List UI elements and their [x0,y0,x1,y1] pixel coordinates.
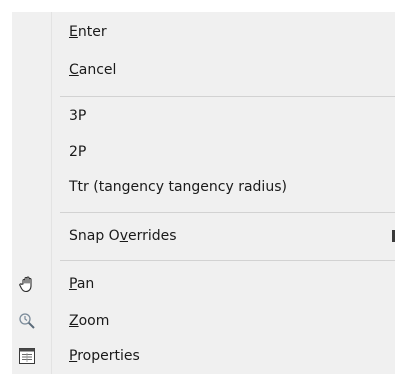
menu-item-enter[interactable]: Enter [12,18,395,46]
pan-hand-icon [17,274,37,294]
context-menu: Enter Cancel 3P 2P Ttr (tangency tangenc… [12,12,395,374]
menu-item-2p[interactable]: 2P [12,138,395,166]
menu-item-label: Zoom [69,313,110,329]
zoom-realtime-icon [17,311,37,331]
menu-item-3p[interactable]: 3P [12,102,395,130]
menu-item-label: Snap Overrides [69,228,177,244]
menu-separator [60,96,395,97]
menu-item-label: Enter [69,24,107,40]
menu-item-zoom[interactable]: Zoom [12,307,395,335]
menu-item-label: Cancel [69,62,117,78]
menu-item-label: Ttr (tangency tangency radius) [69,179,287,195]
menu-item-label: Properties [69,348,140,364]
menu-item-label: 2P [69,144,87,160]
menu-item-snap-overrides[interactable]: Snap Overrides [12,222,395,250]
menu-item-label: Pan [69,276,95,292]
menu-item-ttr[interactable]: Ttr (tangency tangency radius) [12,173,395,201]
menu-item-label: 3P [69,108,87,124]
menu-item-cancel[interactable]: Cancel [12,56,395,84]
menu-item-pan[interactable]: Pan [12,270,395,298]
menu-separator [60,260,395,261]
menu-item-properties[interactable]: Properties [12,342,395,370]
menu-separator [60,212,395,213]
properties-icon [17,346,37,366]
